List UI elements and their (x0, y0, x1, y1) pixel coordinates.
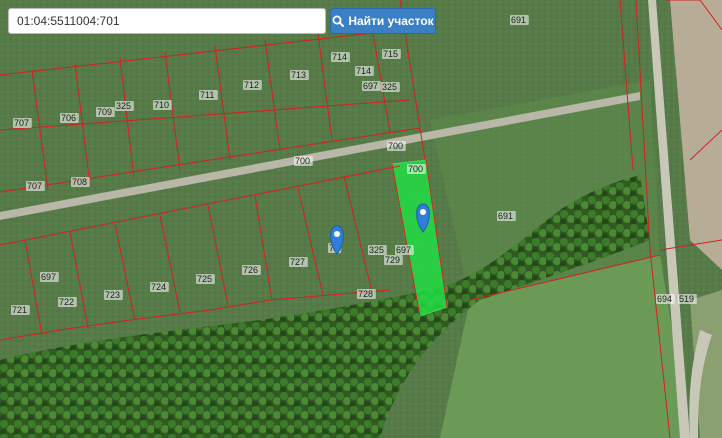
plot-number-label: 709 (97, 107, 112, 117)
plot-number-label: 325 (382, 82, 397, 92)
plot-number-label: 707 (27, 181, 42, 191)
plot-number-label: 700 (408, 164, 423, 174)
plot-number-label: 725 (197, 274, 212, 284)
plot-number-label: 706 (61, 113, 76, 123)
plot-number-label: 711 (200, 90, 214, 100)
plot-number-label: 729 (385, 255, 400, 265)
plot-number-label: 519 (679, 294, 694, 304)
plot-number-label: 694 (657, 294, 672, 304)
find-parcel-label: Найти участок (348, 14, 434, 28)
plot-number-label: 721 (12, 305, 27, 315)
plot-number-label: 697 (396, 245, 411, 255)
plot-number-label: 713 (291, 70, 306, 80)
plot-number-label: 708 (72, 177, 87, 187)
plot-number-label: 710 (154, 100, 169, 110)
plot-number-label: 697 (363, 81, 378, 91)
plot-number-label: 724 (151, 282, 166, 292)
plot-number-label: 691 (498, 211, 513, 221)
plot-number-label: 723 (105, 290, 120, 300)
plot-number-label: 722 (59, 297, 74, 307)
plot-number-label: 691 (511, 15, 526, 25)
plot-number-label: 325 (116, 101, 131, 111)
map-canvas[interactable]: 707 706 709 325 710 711 712 713 714 715 714 697 325 6… (0, 0, 722, 438)
satellite-map[interactable]: 707 706 709 325 710 711 712 713 714 715 714 697 325 6… (0, 0, 722, 438)
plot-number-label: 325 (369, 245, 384, 255)
cadastral-search-input[interactable] (8, 8, 326, 34)
plot-number-label: 715 (383, 49, 398, 59)
plot-number-label: 707 (14, 118, 29, 128)
plot-number-label: 726 (243, 265, 258, 275)
plot-number-label: 728 (358, 289, 373, 299)
plot-number-label: 697 (41, 272, 56, 282)
plot-number-label: 712 (244, 80, 259, 90)
plot-number-label: 700 (295, 156, 310, 166)
search-icon (332, 15, 345, 27)
plot-number-label: 714 (356, 66, 371, 76)
plot-number-label: 727 (290, 257, 305, 267)
plot-number-label: 714 (332, 52, 347, 62)
plot-number-label: 700 (388, 141, 403, 151)
find-parcel-button[interactable]: Найти участок (330, 8, 436, 34)
